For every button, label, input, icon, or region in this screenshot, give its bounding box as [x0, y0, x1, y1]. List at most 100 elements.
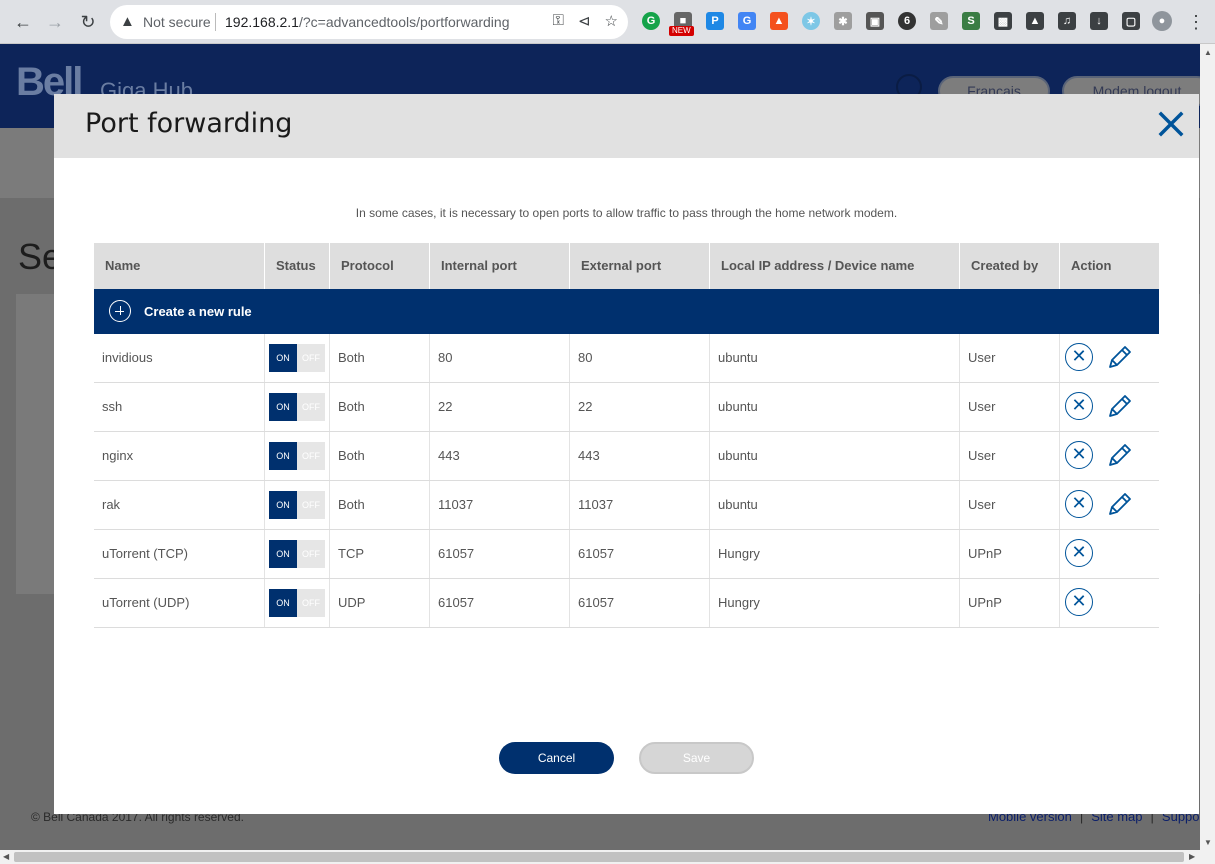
kebab-menu-icon[interactable]: ⋮ [1184, 10, 1208, 34]
media-queue-icon[interactable]: ♫ [1058, 12, 1076, 30]
device-cell: ubuntu [709, 334, 959, 382]
edit-pencil-icon[interactable] [1104, 343, 1134, 373]
url-text[interactable]: 192.168.2.1/?c=advancedtools/portforward… [225, 14, 510, 30]
column-header-device: Local IP address / Device name [709, 243, 959, 289]
modal-header: Port forwarding [54, 94, 1199, 158]
status-cell: ON OFF [264, 579, 329, 627]
created-by-cell: User [959, 432, 1059, 480]
delete-x-icon[interactable]: ✕ [1065, 392, 1093, 420]
share-icon[interactable]: ⊲ [578, 12, 591, 30]
toggle-off-label: OFF [297, 589, 325, 617]
status-toggle[interactable]: ON OFF [269, 491, 325, 519]
extension-s-icon[interactable]: S [962, 12, 980, 30]
toggle-on-label: ON [269, 442, 297, 470]
status-toggle[interactable]: ON OFF [269, 442, 325, 470]
toggle-off-label: OFF [297, 442, 325, 470]
status-cell: ON OFF [264, 383, 329, 431]
external-port-cell: 61057 [569, 579, 709, 627]
external-port-cell: 11037 [569, 481, 709, 529]
status-cell: ON OFF [264, 481, 329, 529]
grammarly-extension-icon[interactable]: G [642, 12, 660, 30]
reload-icon[interactable]: ↻ [76, 10, 100, 34]
table-header: Name Status Protocol Internal port Exter… [94, 243, 1159, 289]
column-header-name: Name [105, 258, 141, 273]
delete-x-icon[interactable]: ✕ [1065, 539, 1093, 567]
created-by-cell: User [959, 383, 1059, 431]
edit-pencil-icon[interactable] [1104, 441, 1134, 471]
react-extension-icon[interactable]: ✶ [802, 12, 820, 30]
external-port-cell: 22 [569, 383, 709, 431]
back-arrow-icon[interactable]: ← [11, 10, 35, 34]
star-icon[interactable]: ☆ [605, 12, 618, 30]
url-host: 192.168.2.1 [225, 14, 299, 30]
scroll-left-icon[interactable]: ◀ [3, 852, 9, 861]
column-header-status: Status [264, 243, 329, 289]
flame-extension-icon[interactable]: ▲ [770, 12, 788, 30]
rule-name: uTorrent (TCP) [102, 546, 188, 561]
modal-title: Port forwarding [85, 108, 293, 139]
create-rule-label: Create a new rule [144, 304, 252, 319]
address-bar[interactable]: ▲ Not secure 192.168.2.1/?c=advancedtool… [110, 5, 628, 39]
created-by-cell: User [959, 334, 1059, 382]
plus-circle-icon [109, 300, 131, 322]
extension-p-icon[interactable]: P [706, 12, 724, 30]
bug-extension-icon[interactable]: ✱ [834, 12, 852, 30]
internal-port-cell: 22 [429, 383, 569, 431]
table-row: ssh ON OFF Both 22 22 ubuntu User ✕ [94, 383, 1159, 432]
delete-x-icon[interactable]: ✕ [1065, 343, 1093, 371]
protocol-cell: Both [329, 432, 429, 480]
status-toggle[interactable]: ON OFF [269, 589, 325, 617]
key-icon[interactable]: ⚿ [553, 12, 564, 30]
delete-x-icon[interactable]: ✕ [1065, 588, 1093, 616]
translate-extension-icon[interactable]: G [738, 12, 756, 30]
edit-pencil-icon[interactable] [1104, 490, 1134, 520]
horizontal-scroll-thumb[interactable] [14, 852, 1184, 862]
delete-x-icon[interactable]: ✕ [1065, 441, 1093, 469]
status-toggle[interactable]: ON OFF [269, 344, 325, 372]
protocol-cell: Both [329, 481, 429, 529]
reader-extension-icon[interactable]: ▣ [866, 12, 884, 30]
toggle-off-label: OFF [297, 491, 325, 519]
action-cell: ✕ [1059, 579, 1159, 627]
internal-port-cell: 443 [429, 432, 569, 480]
created-by-cell: UPnP [959, 579, 1059, 627]
cancel-button[interactable]: Cancel [499, 742, 614, 774]
protocol-cell: UDP [329, 579, 429, 627]
column-header-external-port: External port [569, 243, 709, 289]
omnibox-divider [215, 13, 216, 31]
side-panel-icon[interactable]: ▢ [1122, 12, 1140, 30]
profile-avatar-icon[interactable]: ● [1152, 11, 1172, 31]
vertical-scrollbar[interactable] [1200, 44, 1215, 850]
rule-name: invidious [102, 350, 153, 365]
extension-6-icon[interactable]: 6 [898, 12, 916, 30]
created-by-cell: UPnP [959, 530, 1059, 578]
external-port-cell: 443 [569, 432, 709, 480]
scroll-down-icon[interactable]: ▼ [1204, 838, 1212, 847]
status-cell: ON OFF [264, 530, 329, 578]
status-cell: ON OFF [264, 334, 329, 382]
delete-x-icon[interactable]: ✕ [1065, 490, 1093, 518]
toggle-off-label: OFF [297, 344, 325, 372]
port-forwarding-modal: Port forwarding In some cases, it is nec… [54, 94, 1199, 814]
device-cell: Hungry [709, 579, 959, 627]
create-rule-button[interactable]: Create a new rule [94, 289, 1159, 334]
scroll-up-icon[interactable]: ▲ [1204, 48, 1212, 57]
table-row: nginx ON OFF Both 443 443 ubuntu User ✕ [94, 432, 1159, 481]
toggle-off-label: OFF [297, 393, 325, 421]
forward-arrow-icon[interactable]: → [43, 10, 67, 34]
status-toggle[interactable]: ON OFF [269, 393, 325, 421]
protocol-cell: Both [329, 334, 429, 382]
security-label: Not secure [143, 14, 211, 30]
intro-text: In some cases, it is necessary to open p… [355, 206, 898, 220]
eraser-extension-icon[interactable]: ✎ [930, 12, 948, 30]
scroll-right-icon[interactable]: ▶ [1189, 852, 1195, 861]
close-icon[interactable] [1157, 110, 1185, 138]
flask-icon[interactable]: ▲ [1026, 12, 1044, 30]
status-toggle[interactable]: ON OFF [269, 540, 325, 568]
save-button[interactable]: Save [639, 742, 754, 774]
puzzle-extensions-icon[interactable]: ▩ [994, 12, 1012, 30]
action-cell: ✕ [1059, 334, 1159, 382]
edit-pencil-icon[interactable] [1104, 392, 1134, 422]
download-icon[interactable]: ↓ [1090, 12, 1108, 30]
port-forwarding-table: Name Status Protocol Internal port Exter… [94, 243, 1159, 628]
